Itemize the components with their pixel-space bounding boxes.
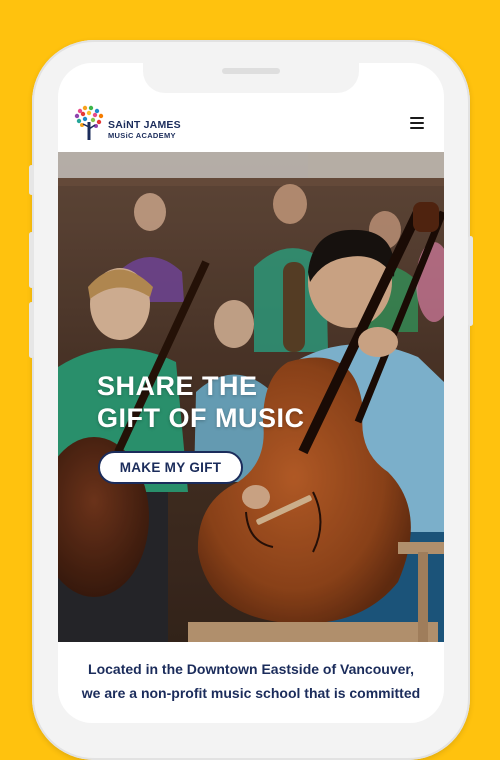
menu-bar: [410, 117, 424, 119]
brand-subtitle: MUSiC ACADEMY: [108, 131, 176, 140]
phone-volume-up-button: [29, 232, 34, 288]
hero-title-line1: SHARE THE: [97, 371, 258, 401]
intro-text: Located in the Downtown Eastside of Vanc…: [58, 657, 444, 705]
phone-speaker: [222, 68, 280, 74]
menu-bar: [410, 127, 424, 129]
brand-name: SAiNT JAMES: [108, 119, 181, 131]
intro-line1: Located in the Downtown Eastside of Vanc…: [88, 661, 414, 677]
brand-logo-text[interactable]: SAiNT JAMES MUSiC ACADEMY: [108, 119, 181, 141]
make-my-gift-button[interactable]: MAKE MY GIFT: [98, 451, 243, 484]
hero-banner: SHARE THE GIFT OF MUSIC MAKE MY GIFT: [58, 152, 444, 642]
hero-title-line2: GIFT OF MUSIC: [97, 403, 305, 433]
phone-side-button: [29, 165, 34, 195]
tree-logo-icon[interactable]: [73, 105, 105, 141]
hero-title: SHARE THE GIFT OF MUSIC: [97, 370, 304, 434]
intro-line2: we are a non-profit music school that is…: [81, 685, 421, 701]
phone-screen: SAiNT JAMES MUSiC ACADEMY SHARE THE GIFT…: [58, 63, 444, 723]
phone-volume-down-button: [29, 302, 34, 358]
hamburger-menu-icon[interactable]: [410, 117, 424, 129]
site-header: SAiNT JAMES MUSiC ACADEMY: [58, 95, 444, 153]
menu-bar: [410, 122, 424, 124]
phone-power-button: [468, 236, 473, 326]
